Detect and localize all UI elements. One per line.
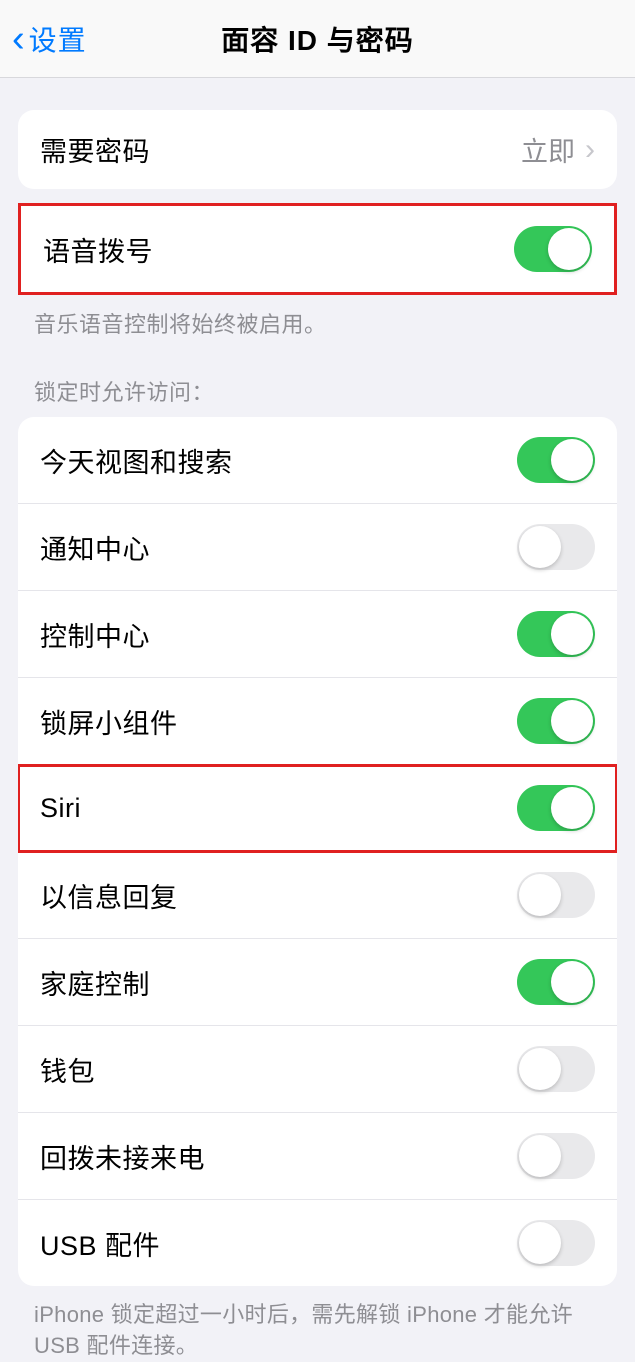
voice-dial-footer: 音乐语音控制将始终被启用。 bbox=[34, 307, 601, 339]
today-view-toggle[interactable] bbox=[517, 437, 595, 483]
lock-screen-widgets-toggle[interactable] bbox=[517, 698, 595, 744]
voice-dial-row: 语音拨号 bbox=[21, 206, 614, 292]
wallet-label: 钱包 bbox=[40, 1050, 95, 1089]
lock-screen-widgets-label: 锁屏小组件 bbox=[40, 702, 178, 741]
back-button[interactable]: ‹ 设置 bbox=[12, 19, 87, 59]
toggle-knob bbox=[548, 228, 590, 270]
chevron-left-icon: ‹ bbox=[12, 20, 25, 58]
notification-center-row: 通知中心 bbox=[18, 504, 617, 591]
control-center-label: 控制中心 bbox=[40, 615, 150, 654]
home-control-toggle[interactable] bbox=[517, 959, 595, 1005]
usb-accessories-row: USB 配件 bbox=[18, 1200, 617, 1286]
voice-dial-group: 语音拨号 bbox=[18, 203, 617, 295]
wallet-row: 钱包 bbox=[18, 1026, 617, 1113]
toggle-knob bbox=[551, 787, 593, 829]
usb-footer-note: iPhone 锁定超过一小时后，需先解锁 iPhone 才能允许 USB 配件连… bbox=[34, 1300, 601, 1362]
reply-message-row: 以信息回复 bbox=[18, 852, 617, 939]
require-passcode-row[interactable]: 需要密码 立即 › bbox=[18, 110, 617, 189]
siri-toggle[interactable] bbox=[517, 785, 595, 831]
toggle-knob bbox=[551, 613, 593, 655]
toggle-knob bbox=[519, 874, 561, 916]
return-missed-call-row: 回拨未接来电 bbox=[18, 1113, 617, 1200]
toggle-knob bbox=[551, 961, 593, 1003]
voice-dial-label: 语音拨号 bbox=[43, 230, 153, 269]
navigation-bar: ‹ 设置 面容 ID 与密码 bbox=[0, 0, 635, 78]
toggle-knob bbox=[519, 1135, 561, 1177]
control-center-toggle[interactable] bbox=[517, 611, 595, 657]
allow-access-header: 锁定时允许访问： bbox=[34, 375, 601, 407]
return-missed-call-label: 回拨未接来电 bbox=[40, 1137, 205, 1176]
toggle-knob bbox=[519, 1222, 561, 1264]
require-passcode-value: 立即 bbox=[521, 130, 575, 169]
require-passcode-group: 需要密码 立即 › bbox=[18, 110, 617, 189]
notification-center-toggle[interactable] bbox=[517, 524, 595, 570]
toggle-knob bbox=[551, 700, 593, 742]
siri-row: Siri bbox=[18, 765, 617, 852]
voice-dial-toggle[interactable] bbox=[514, 226, 592, 272]
control-center-row: 控制中心 bbox=[18, 591, 617, 678]
page-title: 面容 ID 与密码 bbox=[221, 19, 414, 59]
toggle-knob bbox=[519, 1048, 561, 1090]
toggle-knob bbox=[519, 526, 561, 568]
today-view-row: 今天视图和搜索 bbox=[18, 417, 617, 504]
usb-accessories-label: USB 配件 bbox=[40, 1224, 160, 1263]
notification-center-label: 通知中心 bbox=[40, 528, 150, 567]
home-control-label: 家庭控制 bbox=[40, 963, 150, 1002]
toggle-knob bbox=[551, 439, 593, 481]
require-passcode-label: 需要密码 bbox=[40, 130, 150, 169]
reply-message-toggle[interactable] bbox=[517, 872, 595, 918]
back-label: 设置 bbox=[29, 19, 87, 59]
chevron-right-icon: › bbox=[585, 135, 595, 165]
allow-access-group: 今天视图和搜索 通知中心 控制中心 锁屏小组件 Siri 以信息回复 家庭控制 bbox=[18, 417, 617, 1286]
usb-accessories-toggle[interactable] bbox=[517, 1220, 595, 1266]
today-view-label: 今天视图和搜索 bbox=[40, 441, 233, 480]
return-missed-call-toggle[interactable] bbox=[517, 1133, 595, 1179]
siri-label: Siri bbox=[40, 793, 81, 824]
lock-screen-widgets-row: 锁屏小组件 bbox=[18, 678, 617, 765]
wallet-toggle[interactable] bbox=[517, 1046, 595, 1092]
reply-message-label: 以信息回复 bbox=[40, 876, 178, 915]
home-control-row: 家庭控制 bbox=[18, 939, 617, 1026]
